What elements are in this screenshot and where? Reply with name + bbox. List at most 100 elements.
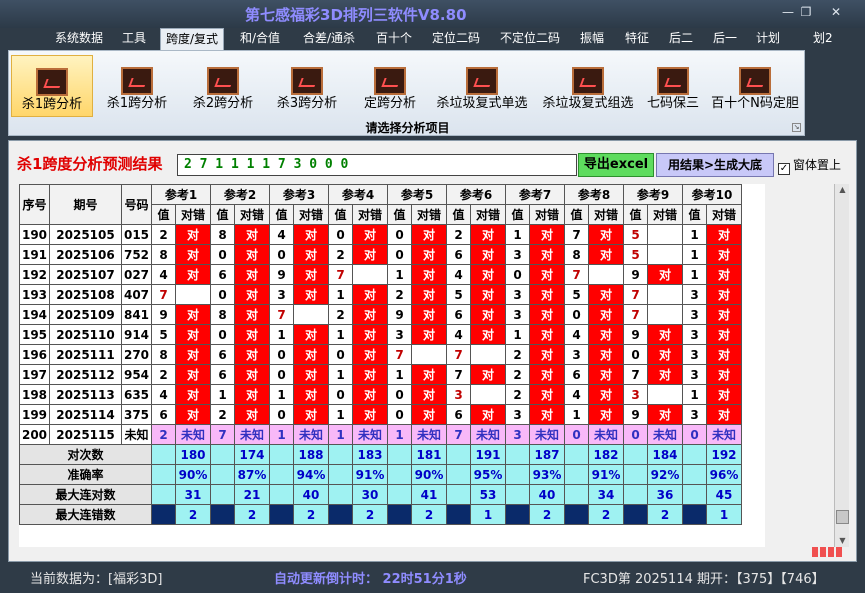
cell-value: 2 xyxy=(151,424,176,445)
ribbon-seven-keep-three[interactable]: 七码保三 xyxy=(642,55,704,117)
stats-row: 最大连对数 31 21 40 30 41 53 40 34 36 45 xyxy=(19,484,742,505)
header-value: 值 xyxy=(328,204,353,225)
minimize-icon[interactable]: — xyxy=(778,5,798,19)
restore-icon[interactable]: ❐ xyxy=(796,5,816,19)
stats-spacer xyxy=(210,444,235,465)
stats-spacer xyxy=(328,464,353,485)
header-check: 对错 xyxy=(588,204,624,225)
cell-value: 3 xyxy=(682,284,707,305)
menu-fixed-two[interactable]: 定位二码 xyxy=(432,30,480,46)
stats-value: 191 xyxy=(470,444,506,465)
cell-check: 对 xyxy=(352,324,388,345)
ribbon-kill2-span[interactable]: 杀2跨分析 xyxy=(187,55,259,117)
result-field[interactable]: 2 7 1 1 1 1 7 3 0 0 0 xyxy=(177,154,577,176)
scroll-thumb[interactable] xyxy=(836,510,849,524)
chart-icon xyxy=(291,67,323,95)
table-row[interactable]: 196 2025111 270 8 对 6 对 0 对 0 对 7 7 2 对 3 对 0 对 3 对 xyxy=(19,344,742,365)
cell-check: 对 xyxy=(706,364,742,385)
row-code: 635 xyxy=(121,384,152,405)
cell-check: 对 xyxy=(352,384,388,405)
stats-value: 30 xyxy=(352,484,388,505)
stats-spacer xyxy=(505,464,530,485)
table-row[interactable]: 190 2025105 015 2 对 8 对 4 对 0 对 0 对 2 对 1 对 7 对 5 1 对 xyxy=(19,224,742,245)
menu-diff-kill[interactable]: 合差/通杀 xyxy=(303,30,355,46)
cell-value: 0 xyxy=(505,264,530,285)
menu-unfixed-two[interactable]: 不定位二码 xyxy=(500,30,560,46)
scroll-up-icon[interactable]: ▲ xyxy=(835,184,850,196)
stats-spacer xyxy=(682,484,707,505)
header-check: 对错 xyxy=(647,204,683,225)
cell-value: 1 xyxy=(387,264,412,285)
export-excel-button[interactable]: 导出excel xyxy=(578,153,654,177)
stats-spacer xyxy=(387,504,412,525)
cell-value: 2 xyxy=(505,384,530,405)
table-row[interactable]: 191 2025106 752 8 对 0 对 0 对 2 对 0 对 6 对 3 对 8 对 5 1 对 xyxy=(19,244,742,265)
cell-value: 3 xyxy=(682,344,707,365)
menu-last-one[interactable]: 后一 xyxy=(713,30,737,46)
row-seq: 193 xyxy=(19,284,50,305)
menu-plan2[interactable]: 划2 xyxy=(813,30,833,46)
ribbon-kill1-span-a[interactable]: 杀1跨分析 xyxy=(11,55,93,117)
stats-spacer xyxy=(387,464,412,485)
vertical-scrollbar[interactable]: ▲ ▼ xyxy=(834,184,849,547)
generate-base-button[interactable]: 用结果>生成大底 xyxy=(656,153,774,177)
ribbon-kill3-span[interactable]: 杀3跨分析 xyxy=(271,55,343,117)
cell-value: 8 xyxy=(210,304,235,325)
ribbon-kill1-span-b[interactable]: 杀1跨分析 xyxy=(101,55,173,117)
cell-check: 对 xyxy=(411,324,447,345)
stats-row: 准确率 90% 87% 94% 91% 90% 95% 93% 91% 92% 96% xyxy=(19,464,742,485)
table-row[interactable]: 194 2025109 841 9 对 8 对 7 2 对 9 对 6 对 3 对 0 对 7 3 对 xyxy=(19,304,742,325)
menu-feature[interactable]: 特征 xyxy=(625,30,649,46)
cell-check: 对 xyxy=(470,284,506,305)
menu-hundreds[interactable]: 百十个 xyxy=(376,30,412,46)
table-row[interactable]: 193 2025108 407 7 0 对 3 对 1 对 2 对 5 对 3 对 5 对 7 3 对 xyxy=(19,284,742,305)
row-issue: 2025111 xyxy=(49,344,122,365)
stats-spacer xyxy=(269,504,294,525)
table-row[interactable]: 197 2025112 954 2 对 6 对 0 对 1 对 1 对 7 对 2 对 6 对 7 对 3 对 xyxy=(19,364,742,385)
checkbox-icon[interactable]: ✓ xyxy=(778,163,790,175)
menu-plan[interactable]: 计划 xyxy=(756,30,780,46)
row-issue: 2025107 xyxy=(49,264,122,285)
results-grid[interactable]: 序号 期号 号码 参考1 参考2 参考3 参考4 参考5 参考6 参考7 参考8 参考9 参考10 值对错… xyxy=(19,184,765,547)
menu-amplitude[interactable]: 振幅 xyxy=(580,30,604,46)
menu-span-compound[interactable]: 跨度/复式 xyxy=(160,28,225,50)
ribbon-fixed-span[interactable]: 定跨分析 xyxy=(354,55,426,117)
ribbon-junk-group[interactable]: 杀垃圾复式组选 xyxy=(537,55,639,117)
cell-check xyxy=(470,344,506,365)
menu-sum-value[interactable]: 和/合值 xyxy=(240,30,280,46)
stats-value: 2 xyxy=(234,504,270,525)
ribbon-n-code-dan[interactable]: 百十个N码定胆 xyxy=(707,55,803,117)
table-row[interactable]: 200 2025115 未知 2 未知 7 未知 1 未知 1 未知 1 未知 7 未知 3 未知 0 未知 0 未知 0… xyxy=(19,424,742,445)
table-row[interactable]: 198 2025113 635 4 对 1 对 1 对 0 对 0 对 3 2 对 4 对 3 1 对 xyxy=(19,384,742,405)
ribbon-junk-single[interactable]: 杀垃圾复式单选 xyxy=(431,55,533,117)
cell-check: 对 xyxy=(352,224,388,245)
cell-check: 对 xyxy=(234,404,270,425)
cell-check: 对 xyxy=(529,304,565,325)
topmost-checkbox[interactable]: ✓ 窗体置上 xyxy=(778,156,841,175)
menu-system-data[interactable]: 系统数据 xyxy=(55,30,103,46)
cell-value: 2 xyxy=(210,404,235,425)
stats-value: 91% xyxy=(588,464,624,485)
expand-icon[interactable]: ↘ xyxy=(792,123,801,132)
stats-value: 41 xyxy=(411,484,447,505)
stats-value: 192 xyxy=(706,444,742,465)
resize-grip[interactable] xyxy=(812,546,844,560)
menu-last-two[interactable]: 后二 xyxy=(669,30,693,46)
menu-tools[interactable]: 工具 xyxy=(122,30,146,46)
table-row[interactable]: 199 2025114 375 6 对 2 对 0 对 1 对 0 对 6 对 3 对 1 对 9 对 3 对 xyxy=(19,404,742,425)
cell-check: 对 xyxy=(411,264,447,285)
stats-spacer xyxy=(151,484,176,505)
header-value: 值 xyxy=(682,204,707,225)
table-row[interactable]: 192 2025107 027 4 对 6 对 9 对 7 1 对 4 对 0 对 7 9 对 1 对 xyxy=(19,264,742,285)
table-row[interactable]: 195 2025110 914 5 对 0 对 1 对 1 对 3 对 4 对 1 对 4 对 9 对 3 对 xyxy=(19,324,742,345)
cell-check xyxy=(647,244,683,265)
stats-value: 21 xyxy=(234,484,270,505)
close-icon[interactable]: ✕ xyxy=(826,5,846,19)
cell-value: 1 xyxy=(682,244,707,265)
cell-value: 1 xyxy=(269,324,294,345)
stats-value: 180 xyxy=(175,444,211,465)
cell-check: 对 xyxy=(293,364,329,385)
cell-value: 0 xyxy=(269,364,294,385)
header-ref: 参考10 xyxy=(682,184,742,205)
cell-check: 对 xyxy=(352,364,388,385)
